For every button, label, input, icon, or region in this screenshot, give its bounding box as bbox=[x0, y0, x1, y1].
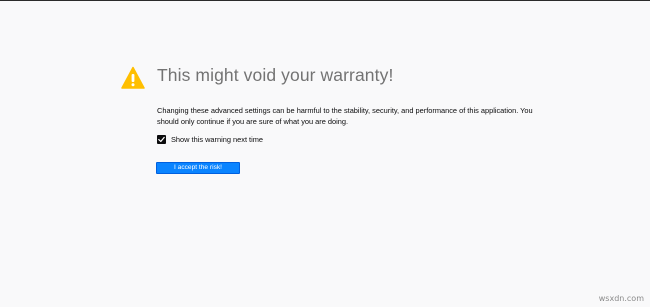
warning-description: Changing these advanced settings can be … bbox=[157, 106, 533, 126]
show-warning-checkbox[interactable] bbox=[157, 135, 166, 144]
show-warning-label[interactable]: Show this warning next time bbox=[171, 135, 263, 144]
warning-icon bbox=[121, 66, 145, 90]
show-warning-row[interactable]: Show this warning next time bbox=[157, 135, 263, 144]
checkmark-icon bbox=[158, 136, 165, 143]
watermark: wsxdn.com bbox=[598, 294, 644, 303]
page-title: This might void your warranty! bbox=[157, 65, 394, 85]
accept-risk-button[interactable]: I accept the risk! bbox=[156, 162, 240, 174]
